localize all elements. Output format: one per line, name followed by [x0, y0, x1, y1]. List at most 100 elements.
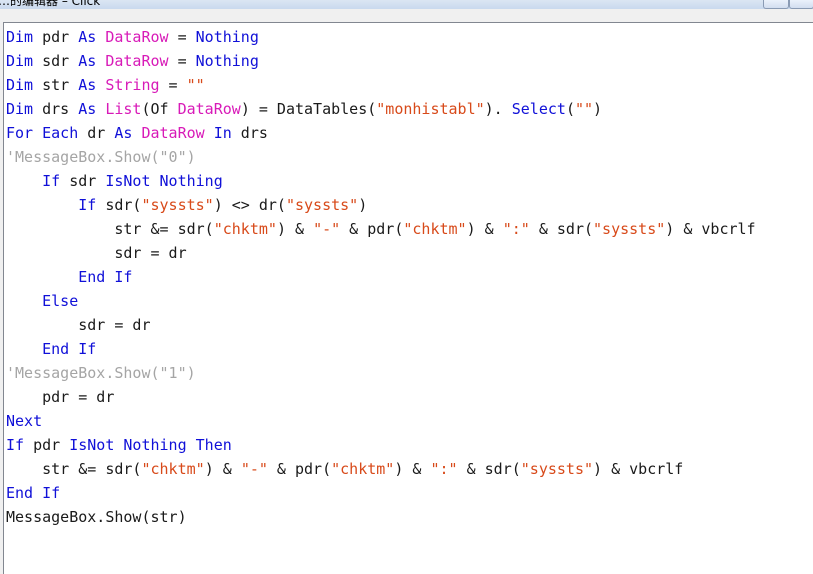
code-line[interactable]: End If [6, 265, 756, 289]
code-keyword: End If [78, 268, 133, 286]
window-title-bar: …的编辑器 – Click [0, 0, 813, 9]
code-keyword: If [78, 196, 97, 214]
code-keyword: As [78, 100, 97, 118]
code-text: str &= sdr( [6, 220, 214, 238]
code-line[interactable]: Dim pdr As DataRow = Nothing [6, 25, 756, 49]
code-text: drs [231, 124, 268, 142]
code-keyword: As [114, 124, 133, 142]
code-text: ) & [276, 220, 314, 238]
code-line[interactable]: Next [6, 409, 756, 433]
code-string: "chktm" [141, 460, 205, 478]
code-line[interactable]: End If [6, 337, 756, 361]
code-text: & sdr( [457, 460, 521, 478]
code-keyword: Dim [6, 100, 34, 118]
code-keyword: Nothing [123, 436, 187, 454]
code-keyword: For Each [6, 124, 79, 142]
code-line[interactable]: If sdr IsNot Nothing [6, 169, 756, 193]
code-keyword: As [78, 28, 97, 46]
code-line[interactable]: End If [6, 481, 756, 505]
code-text: ) & [394, 460, 431, 478]
code-keyword: If [42, 172, 61, 190]
code-keyword: If [6, 436, 25, 454]
code-line[interactable]: Dim sdr As DataRow = Nothing [6, 49, 756, 73]
code-line[interactable]: 'MessageBox.Show("1") [6, 361, 756, 385]
code-keyword: End If [6, 484, 61, 502]
code-string: "syssts" [593, 220, 666, 238]
code-text: ) = DataTables( [240, 100, 377, 118]
code-string: "monhistabl" [376, 100, 485, 118]
code-type: String [105, 76, 160, 94]
code-type: DataRow [105, 52, 169, 70]
code-line[interactable]: pdr = dr [6, 385, 756, 409]
code-text: sdr [33, 52, 79, 70]
maximize-button[interactable] [763, 0, 789, 9]
code-line[interactable]: Dim drs As List(Of DataRow) = DataTables… [6, 97, 756, 121]
code-text: dr [78, 124, 115, 142]
code-text: = [168, 52, 196, 70]
code-line[interactable]: MessageBox.Show(str) [6, 505, 756, 529]
code-keyword: End If [42, 340, 97, 358]
code-keyword: Dim [6, 52, 34, 70]
code-text: pdr [24, 436, 70, 454]
code-text: ) <> dr( [213, 196, 286, 214]
code-text: ) & [466, 220, 503, 238]
code-keyword: Nothing [195, 52, 259, 70]
code-line[interactable]: sdr = dr [6, 313, 756, 337]
code-string: "syssts" [141, 196, 214, 214]
code-line[interactable]: Else [6, 289, 756, 313]
code-text: str &= sdr( [6, 460, 142, 478]
code-text-area[interactable]: Dim pdr As DataRow = Nothing Dim sdr As D… [6, 25, 756, 529]
code-text: ) & vbcrlf [665, 220, 756, 238]
code-text: drs [33, 100, 79, 118]
code-text: sdr = dr [6, 244, 187, 262]
code-string: "-" [313, 220, 341, 238]
code-string: "syssts" [285, 196, 359, 214]
code-keyword: IsNot [105, 172, 151, 190]
code-type: DataRow [105, 28, 169, 46]
code-text: sdr( [96, 196, 142, 214]
close-button[interactable] [789, 0, 813, 9]
code-keyword: Dim [6, 76, 34, 94]
code-keyword: Then [195, 436, 232, 454]
code-text: ) [358, 196, 368, 214]
code-string: "" [186, 76, 205, 94]
code-text: str [33, 76, 79, 94]
code-keyword: Else [42, 292, 79, 310]
code-text: & pdr( [267, 460, 332, 478]
code-keyword: IsNot [69, 436, 115, 454]
code-string: "syssts" [520, 460, 594, 478]
code-line[interactable]: 'MessageBox.Show("0") [6, 145, 756, 169]
code-comment: 'MessageBox.Show("0") [6, 148, 196, 166]
code-text: MessageBox.Show(str) [6, 508, 187, 526]
code-keyword: In [213, 124, 232, 142]
code-type: List [105, 100, 142, 118]
code-string: "-" [240, 460, 268, 478]
code-text: (Of [141, 100, 178, 118]
code-line[interactable]: For Each dr As DataRow In drs [6, 121, 756, 145]
code-line[interactable]: If sdr("syssts") <> dr("syssts") [6, 193, 756, 217]
code-line[interactable]: str &= sdr("chktm") & "-" & pdr("chktm")… [6, 457, 756, 481]
code-string: "chktm" [213, 220, 277, 238]
code-string: ":" [502, 220, 530, 238]
code-text: ). [484, 100, 512, 118]
code-line[interactable]: If pdr IsNot Nothing Then [6, 433, 756, 457]
code-type: DataRow [177, 100, 241, 118]
code-line[interactable]: sdr = dr [6, 241, 756, 265]
code-keyword: Dim [6, 28, 34, 46]
code-text: ( [565, 100, 575, 118]
code-text: ) [593, 100, 603, 118]
code-text: & sdr( [529, 220, 594, 238]
code-line[interactable]: Dim str As String = "" [6, 73, 756, 97]
code-text: = [168, 28, 196, 46]
code-editor[interactable]: Dim pdr As DataRow = Nothing Dim sdr As D… [3, 22, 813, 574]
code-string: "chktm" [403, 220, 467, 238]
code-text: ) & vbcrlf [593, 460, 684, 478]
code-line[interactable]: str &= sdr("chktm") & "-" & pdr("chktm")… [6, 217, 756, 241]
